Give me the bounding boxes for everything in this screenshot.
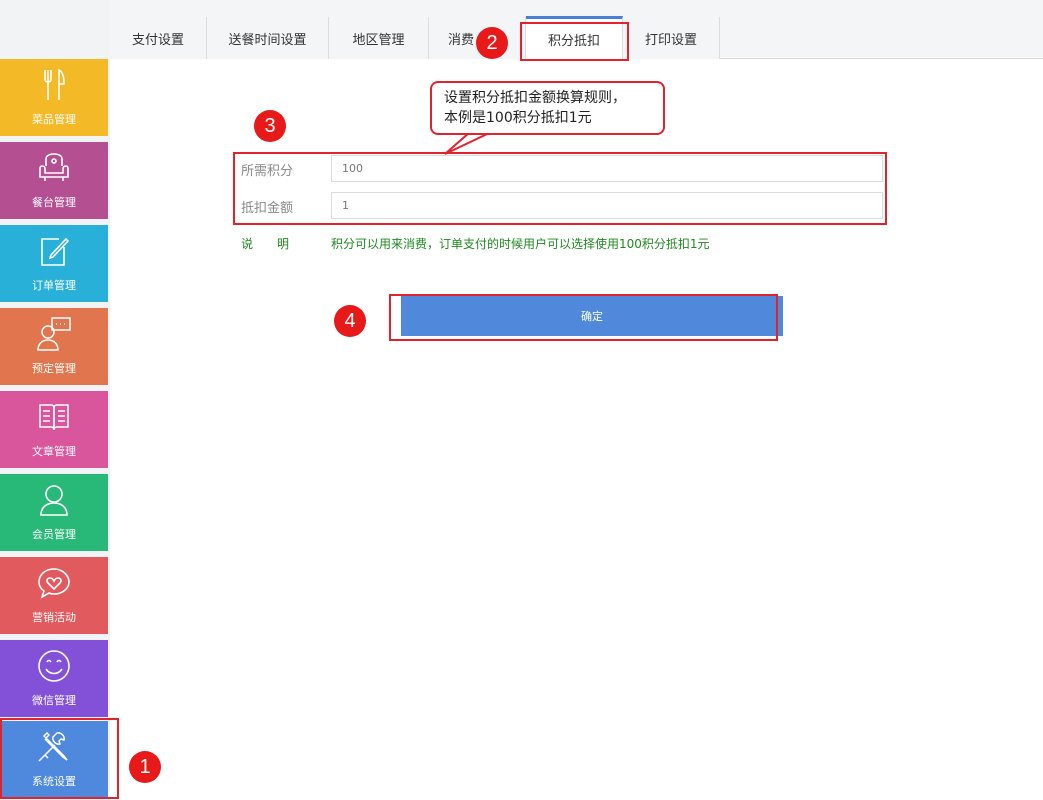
- sidebar-item-members[interactable]: 会员管理: [0, 474, 108, 551]
- tab-payment-settings[interactable]: 支付设置: [110, 17, 207, 59]
- sidebar-item-label: 餐台管理: [32, 196, 76, 209]
- sidebar-item-label: 预定管理: [32, 362, 76, 375]
- person-chat-icon: [0, 316, 108, 352]
- sidebar-item-label: 营销活动: [32, 611, 76, 624]
- note-label: 说 明: [241, 237, 290, 251]
- sidebar-item-label: 会员管理: [32, 528, 76, 541]
- tab-delivery-time[interactable]: 送餐时间设置: [207, 17, 329, 59]
- sidebar-item-label: 菜品管理: [32, 113, 76, 126]
- annotation-badge-4: 4: [334, 305, 366, 337]
- annotation-box-active-tab: [520, 22, 629, 61]
- edit-note-icon: [0, 233, 108, 269]
- top-strip: [0, 0, 1043, 17]
- sidebar-item-orders[interactable]: 订单管理: [0, 225, 108, 302]
- sidebar-item-articles[interactable]: 文章管理: [0, 391, 108, 468]
- tab-print-settings[interactable]: 打印设置: [623, 17, 720, 59]
- note-text: 积分可以用来消费，订单支付的时候用户可以选择使用100积分抵扣1元: [331, 237, 710, 251]
- heart-bubble-icon: [0, 565, 108, 601]
- annotation-badge-1: 1: [129, 751, 161, 783]
- sidebar-item-tables[interactable]: 餐台管理: [0, 142, 108, 219]
- smiley-icon: [0, 648, 108, 684]
- sidebar-item-wechat[interactable]: 微信管理: [0, 640, 108, 717]
- sidebar-item-marketing[interactable]: 营销活动: [0, 557, 108, 634]
- sidebar-item-reservations[interactable]: 预定管理: [0, 308, 108, 385]
- annotation-callout: 设置积分抵扣金额换算规则， 本例是100积分抵扣1元: [430, 81, 665, 135]
- callout-line-2: 本例是100积分抵扣1元: [444, 110, 592, 126]
- sidebar-item-label: 订单管理: [32, 279, 76, 292]
- annotation-box-form: [233, 152, 887, 225]
- annotation-badge-2: 2: [476, 27, 508, 59]
- sidebar-item-label: 微信管理: [32, 694, 76, 707]
- armchair-icon: [0, 150, 108, 186]
- sidebar-item-dishes[interactable]: 菜品管理: [0, 59, 108, 136]
- annotation-badge-3: 3: [254, 110, 286, 142]
- book-icon: [0, 399, 108, 435]
- callout-line-1: 设置积分抵扣金额换算规则，: [444, 90, 626, 106]
- utensils-icon: [0, 67, 108, 103]
- sidebar: 菜品管理 餐台管理 订单管理 预定管理 文章管理 会员管理 营销活动 微信管理 …: [0, 0, 110, 800]
- annotation-box-confirm: [389, 294, 778, 341]
- annotation-box-system-settings: [0, 718, 119, 799]
- user-icon: [0, 482, 108, 518]
- sidebar-item-label: 文章管理: [32, 445, 76, 458]
- tab-region-management[interactable]: 地区管理: [329, 17, 429, 59]
